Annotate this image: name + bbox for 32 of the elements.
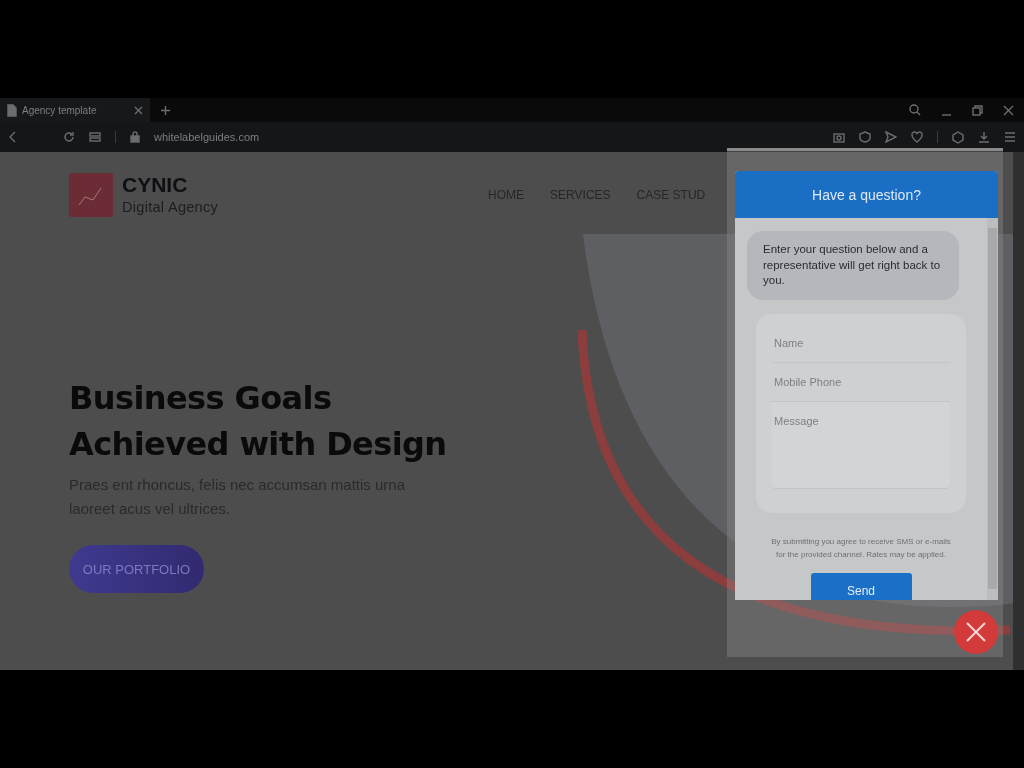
heart-icon[interactable]	[911, 131, 923, 143]
hero-headline: Business Goals Achieved with Design	[69, 378, 447, 465]
page-icon[interactable]	[6, 103, 17, 117]
url-field[interactable]: whitelabelguides.com	[154, 131, 260, 143]
search-icon[interactable]	[909, 104, 921, 116]
disclaimer-text: By submitting you agree to receive SMS or e-mails for the provided channel. Rates may be applied.	[770, 535, 952, 561]
logo-title: CYNIC	[122, 173, 189, 197]
shield-icon[interactable]	[859, 131, 871, 143]
send-icon[interactable]	[885, 131, 897, 143]
plus-icon[interactable]	[160, 104, 171, 116]
grid-icon[interactable]	[89, 131, 101, 143]
close-icon[interactable]	[133, 104, 144, 116]
lock-icon[interactable]	[130, 131, 140, 143]
close-icon	[966, 622, 986, 642]
send-button[interactable]: Send	[810, 572, 912, 600]
camera-icon[interactable]	[833, 131, 845, 143]
scrollbar[interactable]	[987, 218, 998, 600]
input-field[interactable]: Mobile Phone	[772, 362, 950, 402]
input-field[interactable]: Name	[772, 323, 950, 363]
close-icon[interactable]	[1003, 104, 1014, 116]
back-icon[interactable]	[8, 131, 17, 143]
chat-message: Enter your question below and a representative will get right back to you.	[747, 231, 959, 300]
message-field[interactable]: Message	[772, 401, 950, 489]
menu-icon[interactable]	[1004, 131, 1016, 143]
logo-icon	[69, 173, 113, 217]
browser-tab[interactable]: Agency template	[0, 98, 150, 122]
scrollbar[interactable]	[1013, 152, 1024, 670]
reload-icon[interactable]	[63, 131, 75, 143]
restore-icon[interactable]	[972, 104, 983, 116]
chat-header-title: Have a question?	[735, 171, 998, 218]
portfolio-button[interactable]: OUR PORTFOLIO	[69, 545, 204, 593]
download-icon[interactable]	[978, 131, 990, 143]
